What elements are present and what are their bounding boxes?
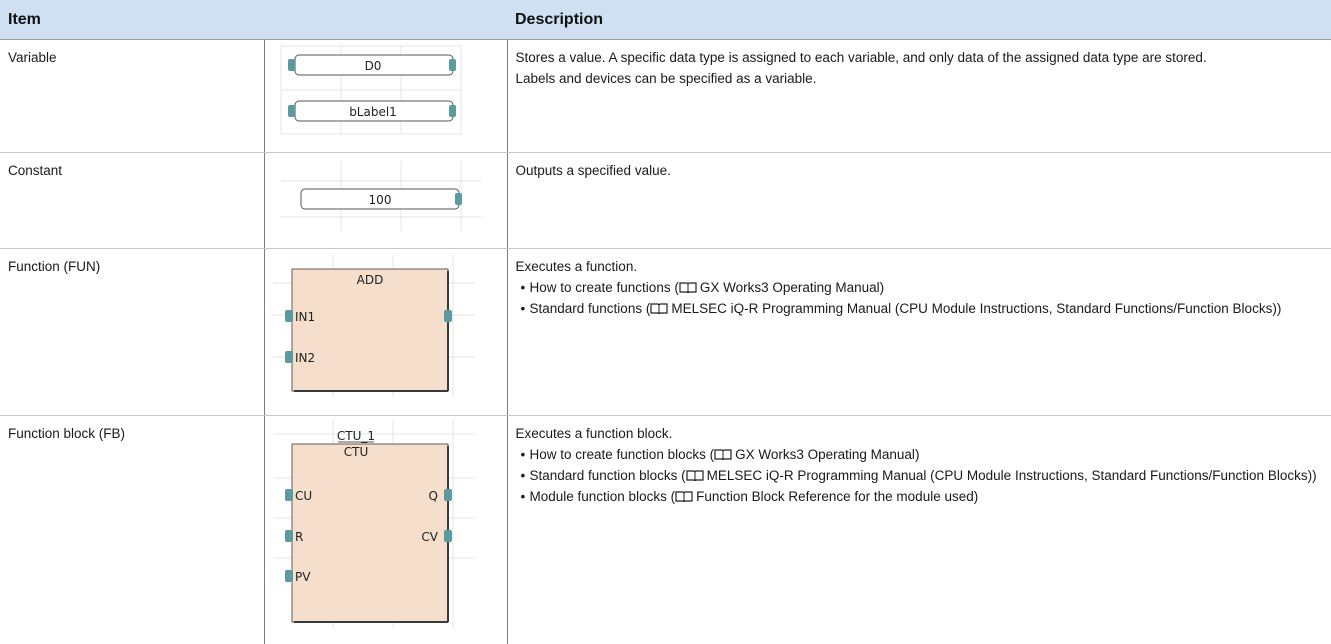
function-input-label: IN2 [295, 351, 315, 365]
connector-left-icon [287, 105, 295, 117]
connector-right-icon [443, 529, 452, 542]
connector-right-icon [443, 488, 452, 501]
table-row: Constant 100 Outputs a specified value. [0, 152, 1331, 249]
description-line: Executes a function block. [515, 425, 673, 441]
row-description: Executes a function block. How to create… [507, 415, 1331, 644]
elements-table: Item Description Variable D0 bLabel1 Sto… [0, 0, 1331, 644]
book-icon [675, 491, 693, 502]
function-block-diagram: CTU_1 CTU CU R PV Q CV [272, 419, 475, 628]
bullet-list: How to create function blocks ( GX Works3… [516, 444, 1326, 507]
fb-input-label: CU [295, 489, 312, 503]
table-header-row: Item Description [0, 0, 1331, 40]
function-name: ADD [356, 273, 383, 287]
variable-label-blabel1: bLabel1 [349, 105, 397, 119]
connector-right-icon [443, 309, 452, 322]
description-line: Labels and devices can be specified as a… [515, 71, 817, 86]
header-item: Item [0, 0, 264, 40]
row-item: Function block (FB) [8, 425, 126, 441]
connector-left-icon [287, 59, 295, 71]
row-item: Constant [0, 152, 264, 249]
bullet-text: How to create function blocks ( [529, 446, 715, 462]
table-row: Variable D0 bLabel1 Stores a value. A sp… [0, 39, 1331, 153]
table-row: Function (FUN) ADD IN1 IN2 Executes a fu… [0, 248, 1331, 416]
book-icon [685, 470, 704, 481]
book-icon [650, 302, 668, 314]
header-figure-spacer [264, 0, 507, 40]
book-icon [714, 449, 732, 460]
manual-reference: GX Works3 Operating Manual [699, 279, 880, 295]
connector-right-icon [448, 59, 456, 71]
list-item: Standard functions ( MELSEC iQ-R Programm… [516, 298, 1326, 319]
function-block-figure-cell: CTU_1 CTU CU R PV Q CV [263, 415, 508, 644]
bullet-text: Module function blocks ( [529, 488, 676, 504]
fb-output-label: Q [428, 489, 437, 503]
list-item: Standard function blocks ( MELSEC iQ-R Pr… [516, 465, 1326, 486]
fb-type-name: CTU [343, 445, 368, 459]
variable-diagram: D0 bLabel1 [280, 45, 461, 135]
description-line: Executes a function. [515, 258, 638, 274]
bullet-text: Standard functions ( [529, 300, 651, 316]
fb-input-label: R [295, 530, 303, 544]
bullet-text: Standard function blocks ( [529, 467, 686, 483]
function-figure-cell: ADD IN1 IN2 [263, 248, 508, 416]
function-diagram: ADD IN1 IN2 [272, 254, 475, 397]
book-icon [679, 281, 697, 293]
list-item: Module function blocks ( Function Block R… [516, 486, 1326, 507]
manual-reference: Function Block Reference for the module … [696, 488, 974, 504]
fb-input-label: PV [295, 570, 311, 584]
constant-label: 100 [368, 193, 391, 207]
connector-left-icon [284, 569, 293, 582]
bullet-text: How to create functions ( [529, 279, 679, 295]
list-item: How to create function blocks ( GX Works3… [516, 444, 1326, 465]
bullet-list: How to create functions ( GX Works3 Opera… [516, 277, 1326, 319]
row-item: Function (FUN) [0, 248, 264, 416]
function-block-box [291, 268, 448, 392]
description-line: Outputs a specified value. [515, 162, 671, 178]
manual-reference: GX Works3 Operating Manual [735, 446, 915, 462]
connector-left-icon [284, 309, 293, 322]
row-description: Outputs a specified value. [507, 152, 1331, 249]
fb-output-label: CV [421, 530, 438, 544]
connector-right-icon [454, 192, 462, 205]
list-item: How to create functions ( GX Works3 Opera… [516, 277, 1326, 298]
row-item: Variable [0, 39, 264, 153]
function-input-label: IN1 [295, 310, 315, 324]
variable-label-d0: D0 [364, 59, 381, 73]
constant-figure-cell: 100 [263, 152, 508, 249]
connector-left-icon [284, 529, 293, 542]
manual-reference: MELSEC iQ-R Programming Manual (CPU Modu… [671, 300, 1277, 316]
connector-left-icon [284, 350, 293, 363]
header-description: Description [507, 0, 1331, 40]
table-row: Function block (FB) CTU_1 CTU CU R PV Q … [0, 415, 1331, 644]
row-description: Executes a function. How to create funct… [507, 248, 1331, 416]
instance-name: CTU_1 [336, 429, 374, 443]
row-description: Stores a value. A specific data type is … [507, 39, 1331, 153]
connector-left-icon [284, 488, 293, 501]
description-line: Stores a value. A specific data type is … [515, 50, 1207, 65]
manual-reference: MELSEC iQ-R Programming Manual (CPU Modu… [706, 467, 1313, 483]
connector-right-icon [448, 105, 456, 117]
constant-diagram: 100 [280, 160, 481, 231]
variable-figure-cell: D0 bLabel1 [263, 39, 508, 153]
